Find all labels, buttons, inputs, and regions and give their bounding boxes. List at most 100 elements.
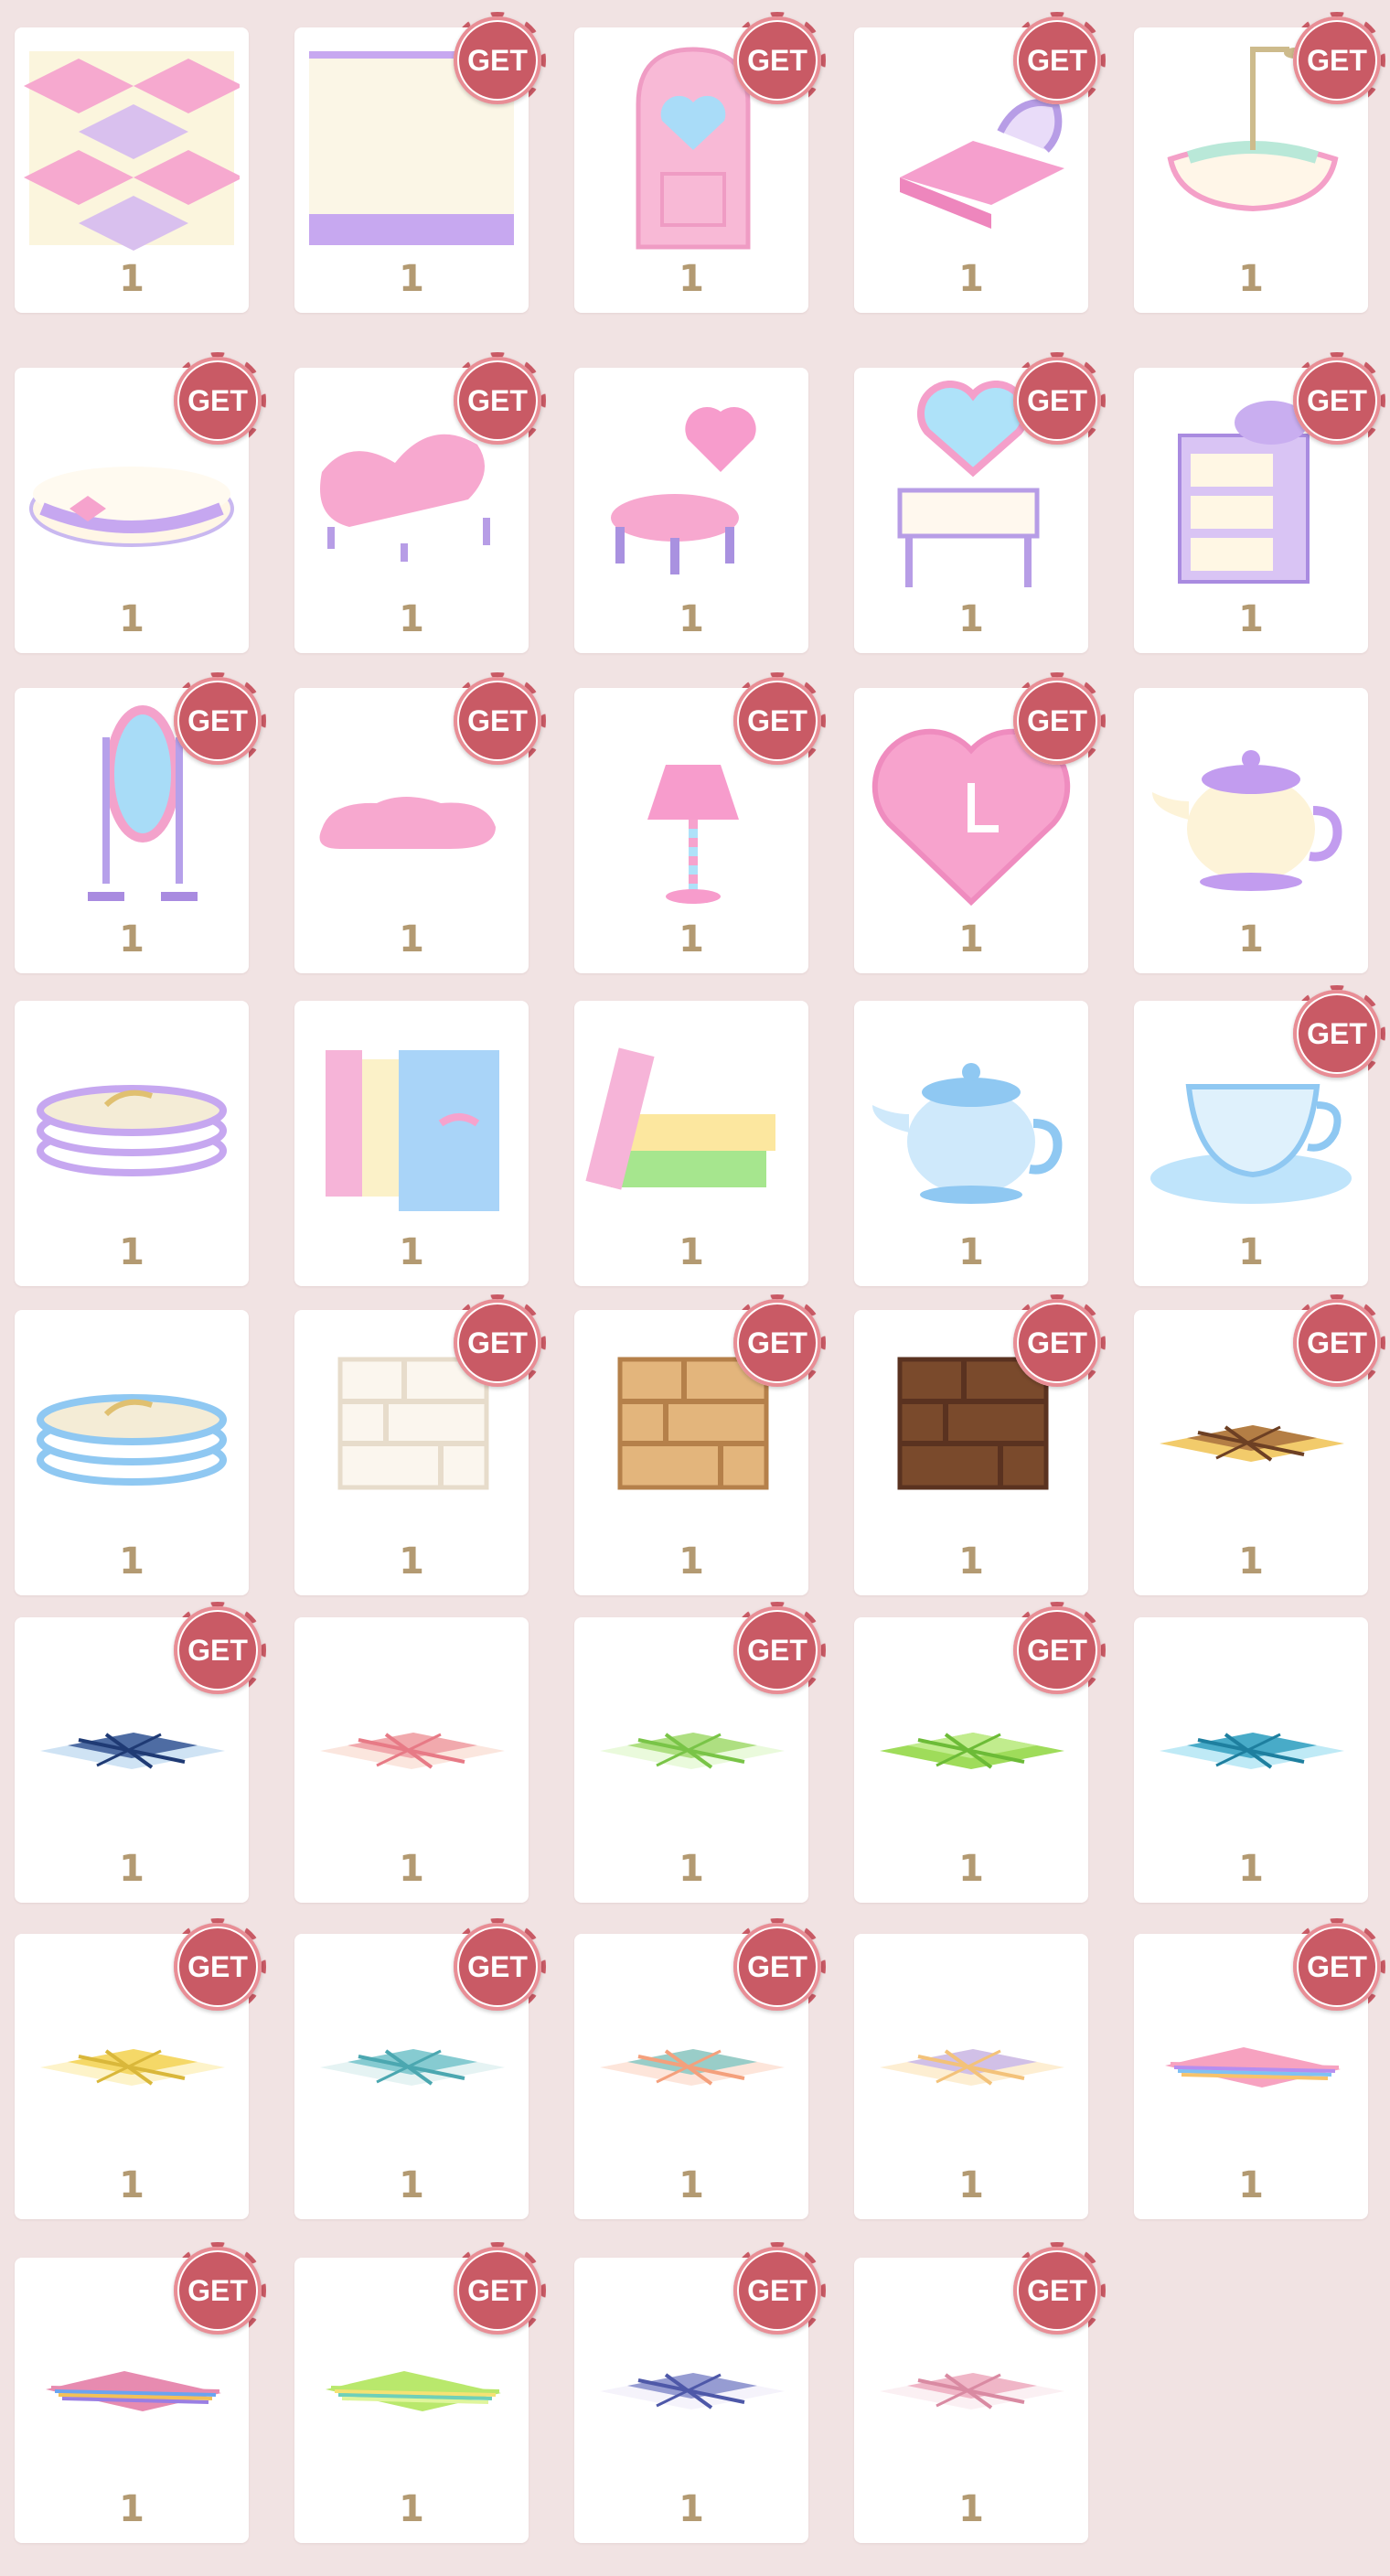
item-card[interactable]: 1 GET <box>574 1602 826 1903</box>
get-badge[interactable]: GET <box>449 1918 546 2015</box>
get-badge-label: GET <box>1307 1949 1367 1983</box>
item-card[interactable]: 1 GET <box>1134 985 1385 1286</box>
item-count: 1 <box>679 258 704 300</box>
item-card[interactable]: 1 GET <box>574 1918 826 2219</box>
item-count: 1 <box>958 2164 984 2206</box>
item-card[interactable]: 1 GET <box>15 1602 266 1903</box>
item-count: 1 <box>119 1231 144 1273</box>
item-card[interactable]: 1 GET <box>15 2242 266 2543</box>
get-badge[interactable]: GET <box>729 12 826 109</box>
get-badge-label: GET <box>1307 1326 1367 1359</box>
get-badge-label: GET <box>747 1633 807 1667</box>
item-card[interactable]: 1 <box>574 1001 808 1286</box>
item-card[interactable]: 1 <box>294 1001 529 1286</box>
item-card[interactable]: 1 GET <box>854 352 1106 653</box>
item-card[interactable]: 1 GET <box>15 672 266 973</box>
item-count: 1 <box>119 1848 144 1890</box>
get-badge[interactable]: GET <box>1009 1294 1106 1391</box>
get-badge[interactable]: GET <box>1288 985 1385 1082</box>
item-card[interactable]: 1 <box>574 368 808 653</box>
item-count: 1 <box>399 258 424 300</box>
get-badge[interactable]: GET <box>1009 1602 1106 1699</box>
item-card[interactable]: 1 GET <box>15 1918 266 2219</box>
get-badge-label: GET <box>187 2273 248 2307</box>
item-card[interactable]: 1 GET <box>574 12 826 313</box>
get-badge[interactable]: GET <box>1009 12 1106 109</box>
item-card[interactable]: 1 GET <box>294 1918 546 2219</box>
get-badge-label: GET <box>467 43 528 77</box>
item-card[interactable]: 1 GET <box>294 2242 546 2543</box>
get-badge[interactable]: GET <box>449 1294 546 1391</box>
item-card[interactable]: 1 <box>1134 1617 1368 1903</box>
item-count: 1 <box>958 1231 984 1273</box>
item-card[interactable]: 1 GET <box>574 2242 826 2543</box>
item-card[interactable]: 1 GET <box>574 672 826 973</box>
get-badge-label: GET <box>467 2273 528 2307</box>
item-card[interactable]: 1 GET <box>854 2242 1106 2543</box>
get-badge-label: GET <box>747 2273 807 2307</box>
get-badge[interactable]: GET <box>1288 12 1385 109</box>
item-card[interactable]: 1 GET <box>15 352 266 653</box>
get-badge-label: GET <box>187 383 248 417</box>
item-count: 1 <box>119 918 144 961</box>
item-count: 1 <box>399 2488 424 2530</box>
item-count: 1 <box>679 1540 704 1583</box>
get-badge[interactable]: GET <box>1009 672 1106 769</box>
get-badge-label: GET <box>747 43 807 77</box>
item-count: 1 <box>399 1540 424 1583</box>
item-count: 1 <box>119 258 144 300</box>
get-badge[interactable]: GET <box>169 2242 266 2339</box>
get-badge[interactable]: GET <box>1288 1918 1385 2015</box>
get-badge[interactable]: GET <box>729 1294 826 1391</box>
get-badge[interactable]: GET <box>449 2242 546 2339</box>
get-badge[interactable]: GET <box>729 1918 826 2015</box>
item-count: 1 <box>958 2488 984 2530</box>
get-badge[interactable]: GET <box>169 1602 266 1699</box>
get-badge-label: GET <box>747 703 807 737</box>
get-badge[interactable]: GET <box>449 672 546 769</box>
get-badge[interactable]: GET <box>449 12 546 109</box>
item-card[interactable]: 1 <box>15 27 249 313</box>
get-badge-label: GET <box>1027 703 1087 737</box>
item-card[interactable]: 1 <box>854 1001 1088 1286</box>
item-card[interactable]: 1 GET <box>574 1294 826 1595</box>
item-card[interactable]: 1 GET <box>1134 352 1385 653</box>
get-badge[interactable]: GET <box>729 672 826 769</box>
item-card[interactable]: 1 <box>1134 688 1368 973</box>
get-badge[interactable]: GET <box>729 1602 826 1699</box>
item-card[interactable]: 1 GET <box>294 12 546 313</box>
item-card[interactable]: 1 GET <box>294 672 546 973</box>
get-badge[interactable]: GET <box>169 1918 266 2015</box>
item-card[interactable]: 1 GET <box>1134 1294 1385 1595</box>
get-badge[interactable]: GET <box>169 352 266 449</box>
item-card[interactable]: 1 GET <box>294 352 546 653</box>
get-badge-label: GET <box>1027 1633 1087 1667</box>
get-badge[interactable]: GET <box>1009 2242 1106 2339</box>
heart-chair-icon <box>583 381 799 596</box>
item-card[interactable]: 1 <box>854 1934 1088 2219</box>
harlequin-wallpaper-icon <box>24 40 240 256</box>
item-card[interactable]: 1 GET <box>854 672 1106 973</box>
item-count: 1 <box>399 1231 424 1273</box>
item-card[interactable]: 1 GET <box>294 1294 546 1595</box>
item-card[interactable]: 1 <box>294 1617 529 1903</box>
item-card[interactable]: 1 <box>15 1001 249 1286</box>
get-badge[interactable]: GET <box>1009 352 1106 449</box>
get-badge[interactable]: GET <box>169 672 266 769</box>
item-count: 1 <box>958 598 984 640</box>
coral-pattern-rug-icon <box>304 1630 519 1846</box>
item-card[interactable]: 1 GET <box>1134 1918 1385 2219</box>
item-card[interactable]: 1 GET <box>1134 12 1385 313</box>
get-badge-label: GET <box>467 1949 528 1983</box>
get-badge[interactable]: GET <box>1288 1294 1385 1391</box>
item-card[interactable]: 1 GET <box>854 1602 1106 1903</box>
get-badge-label: GET <box>1027 1326 1087 1359</box>
item-card[interactable]: 1 <box>15 1310 249 1595</box>
item-count: 1 <box>679 2488 704 2530</box>
item-count: 1 <box>119 1540 144 1583</box>
item-card[interactable]: 1 GET <box>854 12 1106 313</box>
get-badge[interactable]: GET <box>729 2242 826 2339</box>
get-badge[interactable]: GET <box>449 352 546 449</box>
get-badge[interactable]: GET <box>1288 352 1385 449</box>
item-card[interactable]: 1 GET <box>854 1294 1106 1595</box>
